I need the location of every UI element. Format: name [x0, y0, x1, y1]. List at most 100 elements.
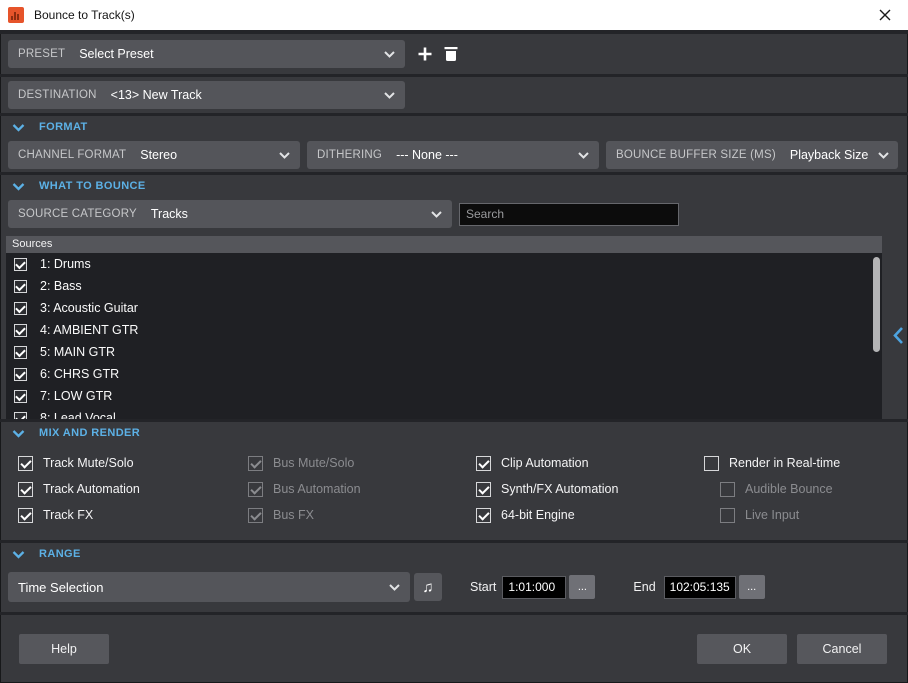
start-more-button[interactable]: ... [569, 575, 595, 599]
range-section-title: RANGE [39, 548, 81, 561]
chevron-left-icon [892, 326, 904, 345]
channel-format-dropdown[interactable]: CHANNEL FORMAT Stereo [8, 141, 300, 169]
mix-option-label: Audible Bounce [745, 482, 833, 496]
source-label: 3: Acoustic Guitar [40, 301, 138, 315]
sources-list-header: Sources [6, 236, 882, 253]
source-checkbox[interactable] [14, 324, 27, 337]
checkbox[interactable] [18, 508, 33, 523]
range-selection-value: Time Selection [18, 580, 104, 595]
mix-option-label: Render in Real-time [729, 456, 840, 470]
plus-icon [417, 46, 433, 62]
checkbox[interactable] [704, 456, 719, 471]
dithering-dropdown[interactable]: DITHERING --- None --- [307, 141, 599, 169]
checkbox[interactable] [248, 456, 263, 471]
mix-and-render-section-header: MIX AND RENDER [0, 422, 908, 440]
section-collapse-icon[interactable] [12, 124, 25, 132]
dithering-label: DITHERING [317, 149, 382, 161]
checkbox[interactable] [248, 508, 263, 523]
bounce-buffer-size-value: Playback Size [790, 148, 869, 162]
ok-button[interactable]: OK [697, 634, 787, 664]
destination-value: <13> New Track [111, 88, 202, 102]
preset-value: Select Preset [79, 47, 153, 61]
mix-option-label: Track Automation [43, 482, 140, 496]
start-label: Start [470, 580, 496, 594]
source-label: 2: Bass [40, 279, 82, 293]
format-controls: CHANNEL FORMAT Stereo DITHERING --- None… [0, 141, 908, 169]
bounce-buffer-size-dropdown[interactable]: BOUNCE BUFFER SIZE (MS) Playback Size [606, 141, 898, 169]
source-row: 6: CHRS GTR [6, 363, 882, 385]
mix-option-label: Bus Automation [273, 482, 361, 496]
source-checkbox[interactable] [14, 368, 27, 381]
source-label: 1: Drums [40, 257, 91, 271]
window-title: Bounce to Track(s) [34, 8, 135, 22]
chevron-down-icon [389, 584, 400, 591]
snap-to-musical-time-button[interactable]: ♫ [414, 573, 442, 601]
mix-option: Track Mute/Solo [18, 450, 248, 476]
checkbox[interactable] [18, 482, 33, 497]
range-selection-dropdown[interactable]: Time Selection [8, 572, 410, 602]
source-checkbox[interactable] [14, 280, 27, 293]
source-checkbox[interactable] [14, 390, 27, 403]
mix-option: Audible Bounce [720, 476, 840, 502]
checkbox[interactable] [720, 482, 735, 497]
mix-option-label: Bus Mute/Solo [273, 456, 354, 470]
chevron-down-icon [384, 92, 395, 99]
range-controls-row: Time Selection ♫ Start ... End ... [0, 572, 908, 602]
sources-scrollbar-thumb[interactable] [873, 257, 880, 352]
end-time-input[interactable] [664, 576, 736, 599]
section-collapse-icon[interactable] [12, 551, 25, 559]
source-checkbox[interactable] [14, 412, 27, 420]
source-row: 8: Lead Vocal [6, 407, 882, 419]
mix-option: Clip Automation [476, 450, 704, 476]
destination-dropdown[interactable]: DESTINATION <13> New Track [8, 81, 405, 109]
music-note-icon: ♫ [422, 579, 433, 596]
preset-dropdown[interactable]: PRESET Select Preset [8, 40, 405, 68]
cancel-button[interactable]: Cancel [797, 634, 887, 664]
checkbox[interactable] [720, 508, 735, 523]
collapse-panel-button[interactable] [891, 325, 905, 345]
source-category-value: Tracks [151, 207, 188, 221]
source-label: 5: MAIN GTR [40, 345, 115, 359]
mix-and-render-section-title: MIX AND RENDER [39, 427, 140, 440]
trash-icon [444, 46, 458, 62]
mix-option: Track Automation [18, 476, 248, 502]
end-more-button[interactable]: ... [739, 575, 765, 599]
format-section-title: FORMAT [39, 121, 88, 134]
checkbox[interactable] [476, 456, 491, 471]
close-icon[interactable] [872, 2, 898, 28]
source-checkbox[interactable] [14, 258, 27, 271]
source-category-label: SOURCE CATEGORY [18, 208, 137, 220]
chevron-down-icon [878, 152, 889, 159]
app-icon [8, 7, 24, 23]
mix-option: Live Input [720, 502, 840, 528]
source-row: 7: LOW GTR [6, 385, 882, 407]
mix-option: Synth/FX Automation [476, 476, 704, 502]
source-checkbox[interactable] [14, 346, 27, 359]
bounce-to-tracks-dialog: Bounce to Track(s) PRESET Select Preset … [0, 0, 908, 683]
section-collapse-icon[interactable] [12, 430, 25, 438]
chevron-down-icon [279, 152, 290, 159]
format-section-header: FORMAT [0, 116, 908, 134]
checkbox[interactable] [476, 508, 491, 523]
range-section-header: RANGE [0, 543, 908, 561]
mix-option-label: Track Mute/Solo [43, 456, 134, 470]
bounce-buffer-size-label: BOUNCE BUFFER SIZE (MS) [616, 149, 776, 161]
checkbox[interactable] [248, 482, 263, 497]
start-time-input[interactable] [502, 576, 566, 599]
section-collapse-icon[interactable] [12, 183, 25, 191]
add-preset-button[interactable] [413, 41, 437, 67]
channel-format-value: Stereo [140, 148, 177, 162]
format-section: FORMAT CHANNEL FORMAT Stereo DITHERING -… [0, 116, 908, 172]
mix-option: 64-bit Engine [476, 502, 704, 528]
source-checkbox[interactable] [14, 302, 27, 315]
source-row: 5: MAIN GTR [6, 341, 882, 363]
search-input[interactable] [459, 203, 679, 226]
chevron-down-icon [578, 152, 589, 159]
checkbox[interactable] [476, 482, 491, 497]
help-button[interactable]: Help [19, 634, 109, 664]
source-category-dropdown[interactable]: SOURCE CATEGORY Tracks [8, 200, 452, 228]
delete-preset-button[interactable] [439, 41, 463, 67]
mix-option: Bus FX [248, 502, 476, 528]
preset-label: PRESET [18, 48, 65, 60]
checkbox[interactable] [18, 456, 33, 471]
